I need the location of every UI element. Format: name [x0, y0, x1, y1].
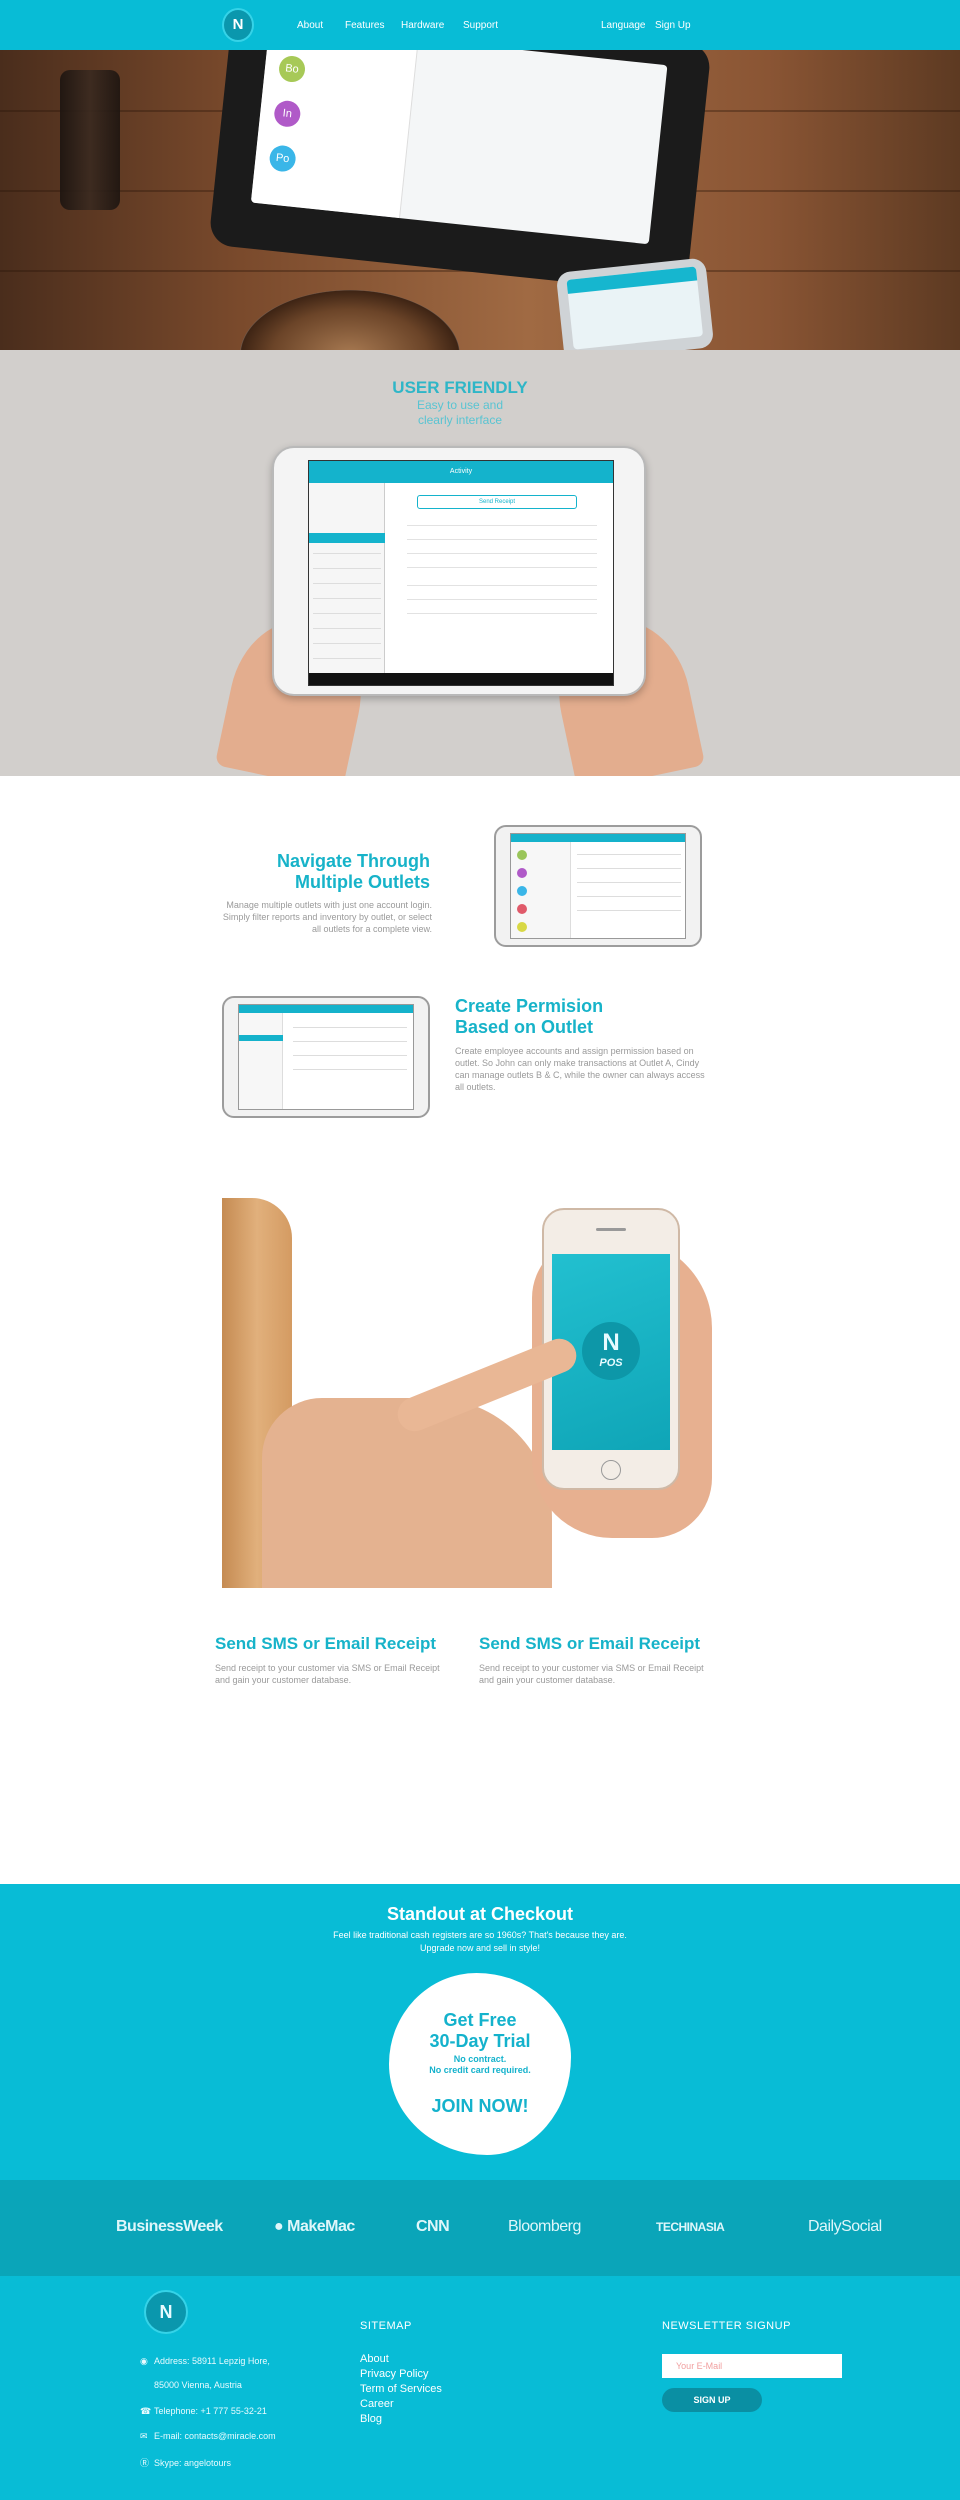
phone-icon: ☎: [140, 2406, 152, 2416]
hero-image: Bo In Po: [0, 50, 960, 350]
receipt-title-2: Send SMS or Email Receipt: [479, 1634, 701, 1653]
checkout-title: Standout at Checkout: [386, 1904, 573, 1924]
sitemap-about[interactable]: About: [360, 2353, 389, 2365]
badge-title: Get Free 30-Day Trial: [429, 2010, 531, 2051]
nav-features[interactable]: Features: [345, 20, 384, 31]
cnn-logo: CNN: [416, 2218, 450, 2235]
send-receipt-button: Send Receipt: [417, 495, 577, 509]
newsletter-signup-button[interactable]: SIGN UP: [662, 2388, 762, 2412]
techinasia-logo: TECHINASIA: [656, 2220, 725, 2234]
sitemap-privacy-policy[interactable]: Privacy Policy: [360, 2368, 428, 2380]
press-logos-bar: BusinessWeek ● MakeMac CNN Bloomberg TEC…: [0, 2180, 960, 2276]
sitemap-title: SITEMAP: [360, 2320, 412, 2332]
badge-note: No contract. No credit card required.: [429, 2054, 531, 2075]
nav-hardware[interactable]: Hardware: [401, 20, 444, 31]
skype-icon: Ⓡ: [140, 2458, 150, 2468]
receipt-text-2: Send receipt to your customer via SMS or…: [479, 1663, 704, 1685]
sitemap-career[interactable]: Career: [360, 2398, 394, 2410]
phone-hand-image: N POS: [222, 1198, 712, 1588]
feature-title-permission: Create Permision Based on Outlet: [455, 996, 604, 1037]
user-friendly-section: USER FRIENDLY Easy to use and clearly in…: [0, 350, 960, 776]
dailysocial-logo: DailySocial: [808, 2218, 882, 2235]
section-title: USER FRIENDLY: [392, 378, 528, 397]
businessweek-logo: BusinessWeek: [116, 2218, 223, 2235]
nav-support[interactable]: Support: [463, 20, 498, 31]
nav-sign-up[interactable]: Sign Up: [655, 20, 691, 31]
top-navbar: N About Features Hardware Support Langua…: [0, 0, 960, 50]
tablet-mockup: Activity Send Receipt: [272, 446, 646, 696]
sitemap-blog[interactable]: Blog: [360, 2413, 382, 2425]
apple-icon: ●: [274, 2218, 284, 2235]
nav-about[interactable]: About: [297, 20, 323, 31]
feature-text-outlets: Manage multiple outlets with just one ac…: [222, 900, 432, 934]
newsletter-email-input[interactable]: [662, 2354, 842, 2378]
coffee-cup-image: [240, 290, 460, 350]
npos-logo-icon: N POS: [582, 1322, 640, 1380]
checkout-section: Standout at Checkout Feel like tradition…: [0, 1884, 960, 2180]
newsletter-title: NEWSLETTER SIGNUP: [662, 2320, 791, 2332]
nav-language[interactable]: Language: [601, 20, 646, 31]
footer: N ◉ Address: 58911 Lepzig Hore, 85000 Vie…: [0, 2276, 960, 2500]
jar-image: [60, 70, 120, 210]
address-line-2: 85000 Vienna, Austria: [154, 2380, 242, 2390]
screen-title: Activity: [309, 461, 613, 483]
free-trial-badge[interactable]: Get Free 30-Day Trial No contract. No cr…: [392, 1976, 568, 2152]
email-contact[interactable]: ✉ E-mail: contacts@miracle.com: [140, 2431, 276, 2442]
tablet-mockup-permission: [222, 996, 430, 1118]
section-subtitle: Easy to use and clearly interface: [416, 398, 504, 427]
hero-phone: [555, 257, 715, 350]
feature-text-permission: Create employee accounts and assign perm…: [455, 1046, 705, 1092]
sitemap-terms[interactable]: Term of Services: [360, 2383, 442, 2395]
mail-icon: ✉: [140, 2431, 148, 2441]
logo-icon[interactable]: N: [222, 8, 254, 42]
makemac-logo: ● MakeMac: [274, 2218, 355, 2235]
feature-title-outlets: Navigate Through Multiple Outlets: [276, 851, 430, 892]
join-now-button[interactable]: JOIN NOW!: [392, 2096, 568, 2117]
tablet-mockup-outlets: [494, 825, 702, 947]
skype-contact[interactable]: Ⓡ Skype: angelotours: [140, 2456, 231, 2469]
receipt-text-1: Send receipt to your customer via SMS or…: [215, 1663, 440, 1685]
location-pin-icon: ◉: [140, 2356, 148, 2366]
telephone: ☎ Telephone: +1 777 55-32-21: [140, 2406, 267, 2416]
address-line-1: ◉ Address: 58911 Lepzig Hore,: [140, 2356, 270, 2366]
hero-tablet: Bo In Po: [208, 50, 712, 295]
footer-logo-icon: N: [144, 2290, 188, 2334]
checkout-text: Feel like traditional cash registers are…: [333, 1930, 627, 1953]
bloomberg-logo: Bloomberg: [508, 2218, 581, 2235]
receipt-title-1: Send SMS or Email Receipt: [215, 1634, 437, 1653]
